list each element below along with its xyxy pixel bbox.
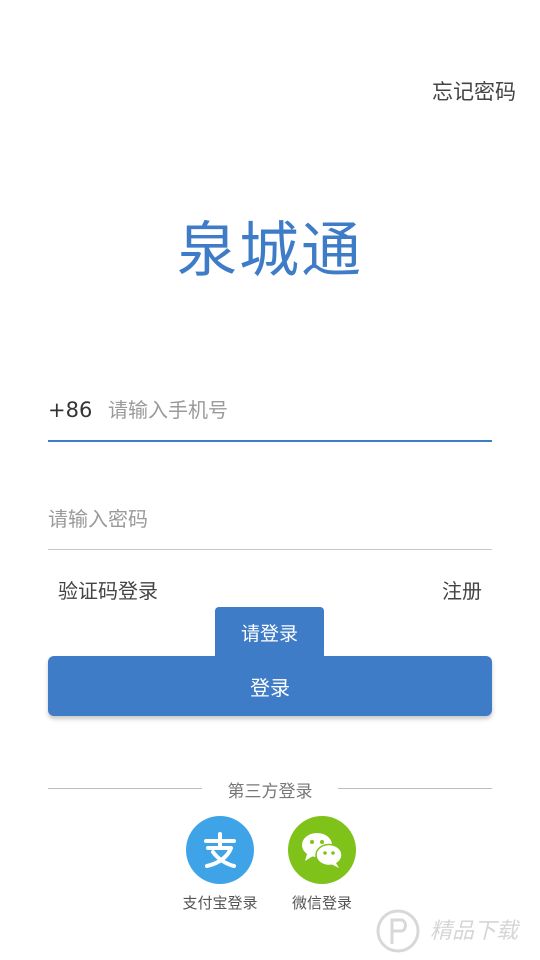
jingpin-logo-icon: 精品下载 <box>372 904 540 960</box>
country-code[interactable]: +86 <box>48 398 108 422</box>
alipay-login-button[interactable]: 支付宝登录 <box>170 816 270 913</box>
phone-field-row: +86 <box>48 380 492 442</box>
login-tooltip: 请登录 <box>215 607 324 659</box>
login-screen: 忘记密码 泉城通 +86 验证码登录 注册 请登录 登录 第三方登录 支付宝登录 <box>0 0 540 960</box>
register-link[interactable]: 注册 <box>442 575 482 604</box>
wechat-icon <box>288 816 356 884</box>
divider-right <box>338 788 492 789</box>
alipay-login-label: 支付宝登录 <box>182 894 258 912</box>
wechat-login-label: 微信登录 <box>291 894 352 912</box>
password-input[interactable] <box>48 498 492 539</box>
login-button[interactable]: 登录 <box>48 656 492 716</box>
third-party-label: 第三方登录 <box>227 782 313 802</box>
forgot-password-link[interactable]: 忘记密码 <box>432 76 516 106</box>
phone-input[interactable] <box>108 390 492 430</box>
sms-login-link[interactable]: 验证码登录 <box>58 575 158 604</box>
alipay-icon <box>186 816 254 884</box>
password-field-row <box>48 488 492 550</box>
wechat-login-button[interactable]: 微信登录 <box>272 816 372 913</box>
auth-links-row: 验证码登录 注册 <box>48 574 492 604</box>
watermark-text: 精品下载 <box>430 919 521 944</box>
divider-left <box>48 788 202 789</box>
app-title: 泉城通 <box>177 216 363 286</box>
